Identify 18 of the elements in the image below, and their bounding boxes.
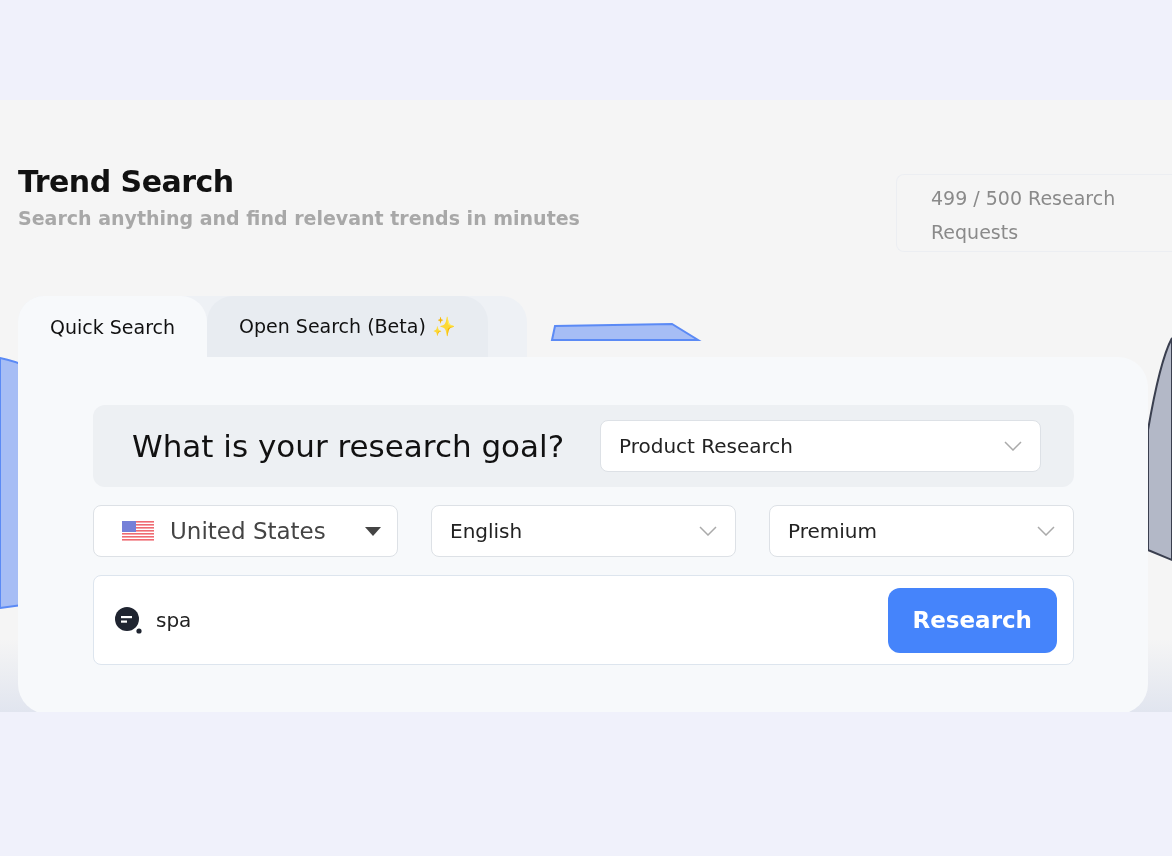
filter-select[interactable]: English xyxy=(431,505,736,557)
country-select[interactable]: United States xyxy=(93,505,398,557)
filter-select[interactable]: Premium xyxy=(769,505,1074,557)
search-tab[interactable]: Open Search (Beta) ✨ xyxy=(207,296,488,357)
chevron-down-icon xyxy=(1004,441,1022,451)
search-tab[interactable]: Quick Search xyxy=(18,296,208,357)
research-button[interactable]: Research xyxy=(887,587,1057,653)
page-title: Trend Search xyxy=(18,164,235,199)
chevron-down-icon xyxy=(1037,526,1055,536)
flag-icon xyxy=(122,520,154,542)
search-field[interactable]: spa Research xyxy=(93,575,1074,665)
goal-select[interactable]: Product Research xyxy=(600,420,1041,472)
chevron-down-icon xyxy=(699,526,717,536)
goal-question: What is your research goal? xyxy=(132,428,565,464)
page-subtitle: Search anything and find relevant trends in minutes xyxy=(18,207,580,229)
usage-counter: 499 / 500 Research Requests xyxy=(896,174,1172,252)
caret-icon xyxy=(365,526,381,536)
chat-icon xyxy=(114,606,142,634)
